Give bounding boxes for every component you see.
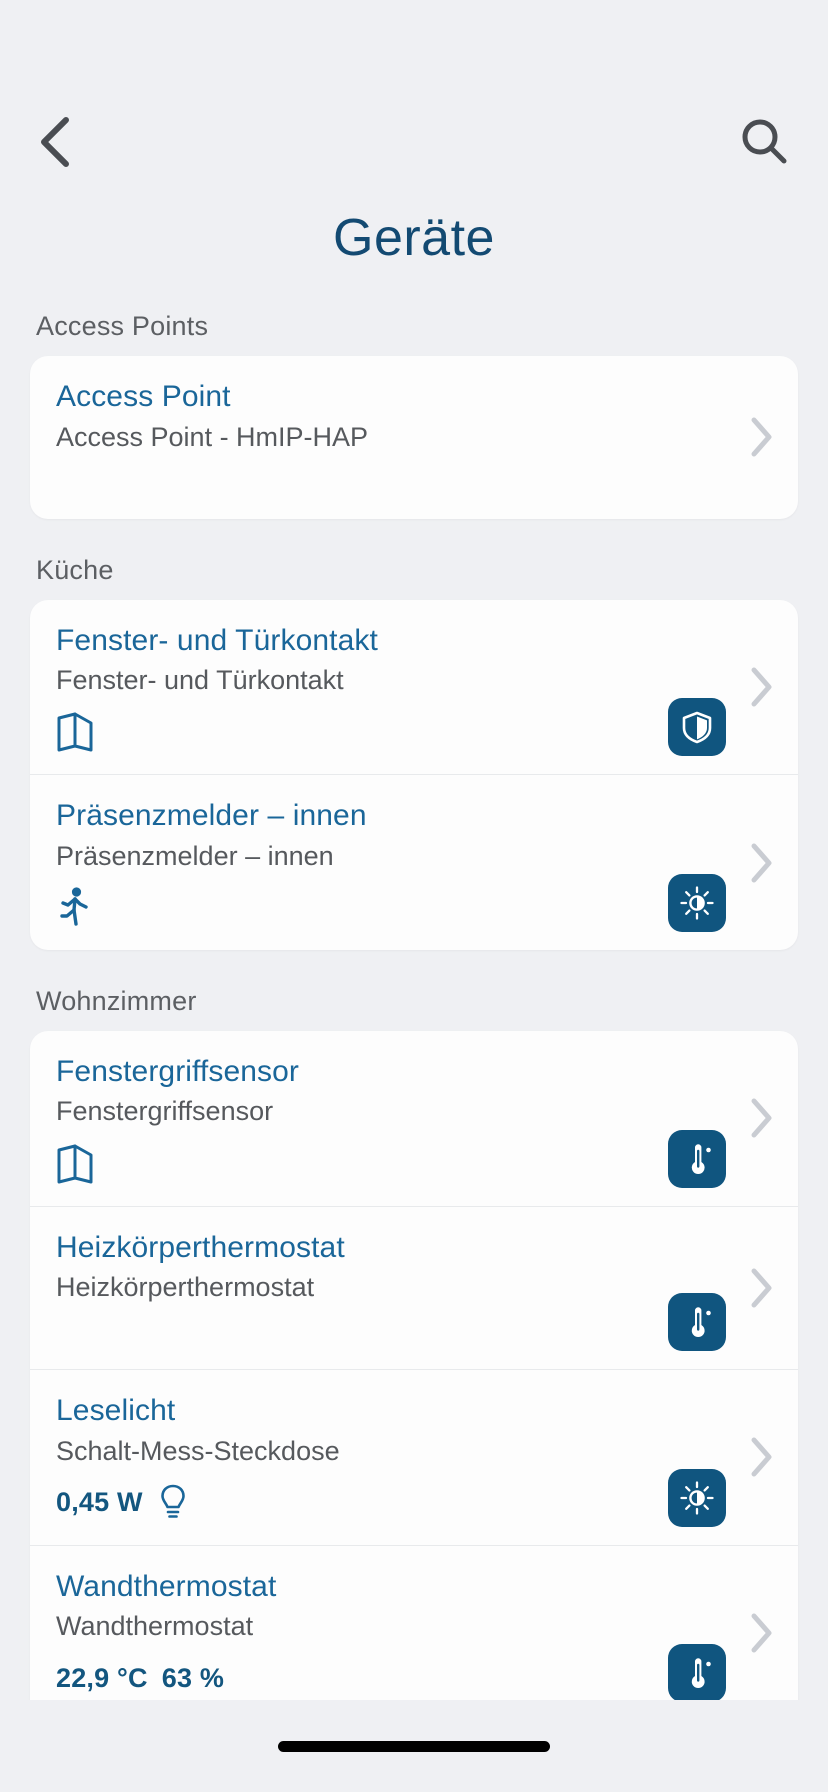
power-value: 0,45 W	[56, 1487, 143, 1518]
lightbulb-icon	[157, 1482, 189, 1524]
device-name: Präsenzmelder – innen	[56, 799, 367, 833]
device-row-fenster-tuerkontakt[interactable]: Fenster- und Türkontakt Fenster- und Tür…	[30, 600, 798, 775]
brightness-sun-icon	[679, 1480, 715, 1516]
device-status	[56, 467, 772, 499]
section-wohnzimmer: Wohnzimmer Fenstergriffsensor Fenstergri…	[30, 956, 798, 1700]
device-row-heizkoerperthermostat[interactable]: Heizkörperthermostat Heizkörperthermosta…	[30, 1205, 798, 1370]
chevron-right-icon[interactable]	[746, 1432, 776, 1482]
device-type: Schalt-Mess-Steckdose	[56, 1435, 340, 1466]
device-type: Heizkörperthermostat	[56, 1272, 315, 1303]
device-status	[56, 1317, 772, 1349]
device-status	[56, 1142, 772, 1186]
device-name: Fenstergriffsensor	[56, 1054, 300, 1088]
device-badge-climate[interactable]	[668, 1293, 726, 1352]
device-name: Access Point	[56, 380, 231, 414]
window-open-icon	[56, 711, 94, 753]
thermometer-icon	[679, 1304, 715, 1340]
device-type: Fenstergriffsensor	[56, 1096, 274, 1127]
chevron-right-icon[interactable]	[746, 1608, 776, 1658]
device-row-leselicht[interactable]: Leselicht Schalt-Mess-Steckdose 0,45 W	[30, 1369, 798, 1545]
device-badge-brightness[interactable]	[668, 1468, 726, 1527]
device-row-praesenzmelder[interactable]: Präsenzmelder – innen Präsenzmelder – in…	[30, 774, 798, 950]
device-type: Wandthermostat	[56, 1611, 254, 1642]
device-row-wandthermostat[interactable]: Wandthermostat Wandthermostat 22,9 °C 63…	[30, 1544, 798, 1700]
motion-running-icon	[56, 886, 92, 930]
app-screen: Geräte Access Points Access Point Access…	[0, 0, 828, 1792]
home-indicator[interactable]	[278, 1740, 550, 1752]
device-row-access-point[interactable]: Access Point Access Point - HmIP-HAP	[30, 356, 798, 519]
home-bar	[0, 1700, 828, 1792]
humidity-value: 63 %	[161, 1662, 225, 1693]
page-title: Geräte	[333, 209, 495, 267]
device-badge-climate[interactable]	[668, 1129, 726, 1188]
status-bar	[0, 0, 828, 96]
chevron-right-icon[interactable]	[746, 1263, 776, 1313]
thermometer-icon	[679, 1141, 715, 1177]
device-badge-brightness[interactable]	[668, 873, 726, 932]
device-status: 22,9 °C 63 %	[56, 1656, 772, 1700]
chevron-right-icon[interactable]	[746, 662, 776, 712]
thermometer-icon	[679, 1655, 715, 1691]
device-type: Fenster- und Türkontakt	[56, 665, 344, 696]
shield-icon	[679, 709, 715, 745]
device-type: Präsenzmelder – innen	[56, 840, 334, 871]
device-list: Access Points Access Point Access Point …	[0, 281, 828, 1700]
device-badge-security[interactable]	[668, 698, 726, 757]
section-access-points: Access Points Access Point Access Point …	[30, 281, 798, 519]
device-card: Access Point Access Point - HmIP-HAP	[30, 356, 798, 519]
chevron-right-icon[interactable]	[746, 838, 776, 888]
device-row-fenstergriffsensor[interactable]: Fenstergriffsensor Fenstergriffsensor	[30, 1031, 798, 1206]
back-button[interactable]	[36, 113, 92, 175]
device-status: 0,45 W	[56, 1481, 772, 1525]
device-name: Wandthermostat	[56, 1569, 277, 1603]
device-card: Fenstergriffsensor Fenstergriffsensor He…	[30, 1030, 798, 1700]
window-open-icon	[56, 1143, 94, 1185]
section-header: Küche	[36, 554, 114, 585]
chevron-left-icon	[36, 114, 76, 175]
section-kueche: Küche Fenster- und Türkontakt Fenster- u…	[30, 525, 798, 950]
navigation-bar	[0, 96, 828, 192]
section-header: Access Points	[36, 311, 209, 342]
temperature-value: 22,9 °C	[56, 1662, 148, 1693]
device-card: Fenster- und Türkontakt Fenster- und Tür…	[30, 599, 798, 950]
chevron-right-icon[interactable]	[746, 412, 776, 462]
chevron-right-icon[interactable]	[746, 1093, 776, 1143]
brightness-sun-icon	[679, 885, 715, 921]
device-status	[56, 886, 772, 930]
device-name: Fenster- und Türkontakt	[56, 623, 378, 657]
section-header: Wohnzimmer	[36, 985, 197, 1016]
search-button[interactable]	[736, 116, 792, 172]
device-status	[56, 710, 772, 754]
device-name: Heizkörperthermostat	[56, 1230, 345, 1264]
device-type: Access Point - HmIP-HAP	[56, 421, 369, 452]
device-badge-climate[interactable]	[668, 1644, 726, 1700]
device-name: Leselicht	[56, 1394, 176, 1428]
search-icon	[739, 117, 789, 172]
